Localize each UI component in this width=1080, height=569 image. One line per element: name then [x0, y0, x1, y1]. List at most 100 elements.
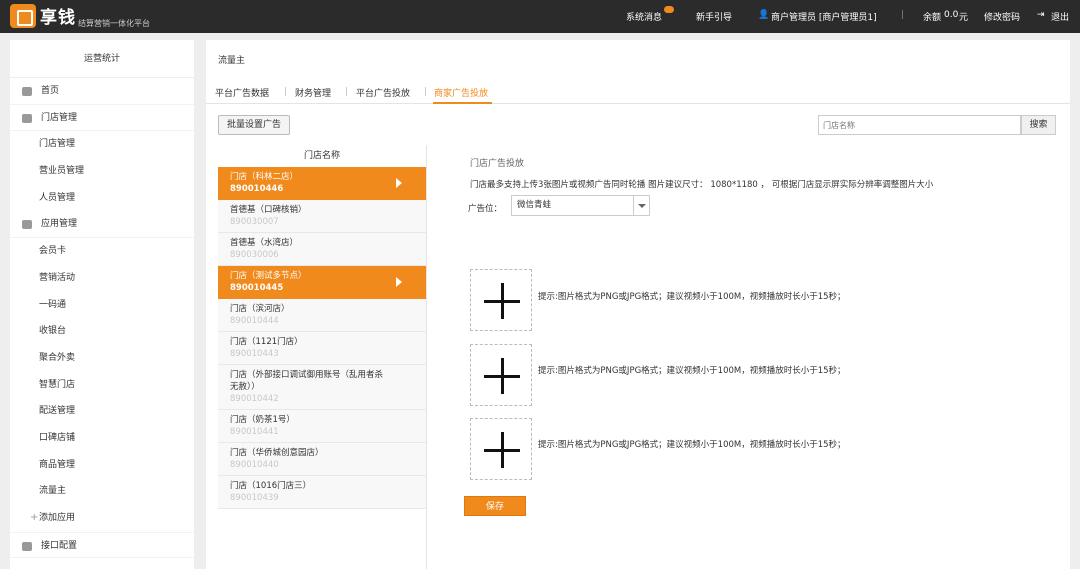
sidebar-item-home[interactable]: 首页 [10, 78, 194, 105]
ad-position-select[interactable]: 微信青蛙 [511, 195, 650, 216]
store-list-item[interactable]: 门店（滨河店） 890010444 [218, 299, 426, 332]
sidebar-group-app[interactable]: 应用管理 [10, 211, 194, 239]
logo-text: 享钱 [40, 8, 76, 28]
store-icon [22, 113, 32, 123]
tab-separator [285, 87, 286, 96]
tab-merchant-ad-placement[interactable]: 商家广告投放 [434, 86, 488, 99]
store-list-panel: 门店名称 门店（科林二店） 890010446 首德基（口碑核销） 890030… [218, 145, 427, 569]
ad-upload-tip: 门店最多支持上传3张图片或视频广告同时轮播 图片建议尺寸： 1080*1180 … [470, 180, 934, 190]
tab-platform-ad-placement[interactable]: 平台广告投放 [356, 86, 410, 99]
sidebar-group-label: 接口配置 [41, 540, 78, 551]
sidebar-item-delivery[interactable]: 配送管理 [10, 398, 194, 425]
chevron-down-icon [633, 196, 649, 215]
upload-box[interactable] [470, 344, 532, 406]
store-name: 门店（奶茶1号） [230, 415, 295, 425]
store-name: 门店（1016门店三） [230, 481, 312, 491]
batch-set-ad-button[interactable]: 批量设置广告 [218, 115, 290, 135]
sidebar-item-label: 添加应用 [39, 513, 76, 523]
logo-subtitle: 结算营销一体化平台 [78, 19, 150, 28]
store-list-item[interactable]: 首德基（口碑核销） 890030007 [218, 200, 426, 233]
sidebar-item-one-code[interactable]: 一码通 [10, 292, 194, 319]
upload-box[interactable] [470, 269, 532, 331]
sidebar-item-label: 首页 [41, 86, 60, 96]
store-list-item[interactable]: 首德基（水湾店） 890030006 [218, 233, 426, 266]
tab-platform-ad-data[interactable]: 平台广告数据 [215, 86, 269, 99]
logo[interactable]: 享钱 [10, 3, 76, 28]
store-code: 890030007 [230, 217, 279, 227]
store-name: 门店（1121门店） [230, 337, 303, 347]
ad-position-label: 广告位： [468, 204, 503, 214]
store-name: 首德基（口碑核销） [230, 205, 307, 215]
upload-hint: 提示:图片格式为PNG或JPG格式；建议视频小于100M，视频播放时长小于15秒… [538, 440, 846, 450]
upload-box[interactable] [470, 418, 532, 480]
user-icon: 👤 [758, 10, 770, 20]
sidebar-item-takeout[interactable]: 聚合外卖 [10, 345, 194, 372]
store-name: 门店（滨河店） [230, 304, 290, 314]
store-list-item[interactable]: 门店（1016门店三） 890010439 [218, 476, 426, 509]
sidebar-item-cashier[interactable]: 收银台 [10, 318, 194, 345]
store-code: 890010441 [230, 427, 279, 437]
store-code: 890010440 [230, 460, 279, 470]
person-icon [22, 220, 32, 230]
sidebar-group-label: 应用管理 [41, 219, 78, 230]
tab-bar: 平台广告数据 财务管理 平台广告投放 商家广告投放 [206, 80, 1070, 104]
tab-finance[interactable]: 财务管理 [295, 86, 331, 99]
sidebar-item-smart-store[interactable]: 智慧门店 [10, 372, 194, 399]
chevron-right-icon [396, 277, 402, 287]
main-content: 流量主 平台广告数据 财务管理 平台广告投放 商家广告投放 批量设置广告 搜索 … [206, 40, 1070, 569]
notification-badge [664, 6, 674, 13]
upload-hint: 提示:图片格式为PNG或JPG格式；建议视频小于100M，视频播放时长小于15秒… [538, 292, 846, 302]
sidebar-group-store[interactable]: 门店管理 [10, 105, 194, 132]
change-password-link[interactable]: 修改密码 [984, 10, 1020, 23]
breadcrumb: 流量主 [218, 56, 246, 66]
store-list-item[interactable]: 门店（测试多节点） 890010445 [218, 266, 426, 299]
store-name: 首德基（水湾店） [230, 238, 299, 248]
balance-value: 0.0 [944, 10, 959, 20]
store-name: 门店（华侨城创意园店） [230, 448, 324, 458]
store-list-item[interactable]: 门店（1121门店） 890010443 [218, 332, 426, 365]
search-button[interactable]: 搜索 [1021, 115, 1056, 135]
sidebar-group-api[interactable]: 接口配置 [10, 531, 194, 559]
sidebar-item-store-management[interactable]: 门店管理 [10, 131, 194, 158]
sidebar-header[interactable]: 运营统计 [10, 40, 194, 78]
sidebar-item-clerk-management[interactable]: 营业员管理 [10, 158, 194, 185]
store-list-header: 门店名称 [303, 151, 340, 161]
api-icon [22, 541, 32, 551]
store-list-item[interactable]: 门店（奶茶1号） 890010441 [218, 410, 426, 443]
sidebar-item-koubei-store[interactable]: 口碑店铺 [10, 425, 194, 452]
user-menu[interactable]: 商户管理员 [商户管理员1] [771, 10, 877, 23]
tab-separator [346, 87, 347, 96]
store-code: 890010439 [230, 493, 279, 503]
system-messages-link[interactable]: 系统消息 [626, 10, 662, 23]
logo-icon [10, 3, 36, 28]
sidebar-item-member-card[interactable]: 会员卡 [10, 238, 194, 265]
ad-position-value: 微信青蛙 [517, 200, 552, 210]
active-tab-indicator [433, 102, 492, 104]
top-bar: 享钱 结算营销一体化平台 系统消息 新手引导 👤 商户管理员 [商户管理员1] … [0, 0, 1080, 33]
sidebar-item-product[interactable]: 商品管理 [10, 452, 194, 479]
store-code: 890010443 [230, 349, 279, 359]
ad-panel-title: 门店广告投放 [470, 159, 525, 169]
plus-icon: + [30, 512, 39, 523]
balance-unit: 元 [959, 13, 969, 23]
store-list-item[interactable]: 门店（科林二店） 890010446 [218, 167, 426, 200]
sidebar-item-traffic-owner[interactable]: 流量主 [10, 478, 194, 505]
save-button[interactable]: 保存 [464, 496, 526, 516]
sidebar-item-add-app[interactable]: + 添加应用 [10, 505, 194, 532]
store-name: 门店（外部接口调试御用账号（乱用者杀无赦）） [230, 370, 384, 392]
store-code: 890010444 [230, 316, 279, 326]
beginner-guide-link[interactable]: 新手引导 [696, 10, 732, 23]
store-search-input[interactable] [818, 115, 1021, 135]
logout-link[interactable]: 退出 [1051, 10, 1069, 23]
home-icon [22, 87, 32, 96]
sidebar-item-staff-management[interactable]: 人员管理 [10, 185, 194, 212]
store-list-item[interactable]: 门店（外部接口调试御用账号（乱用者杀无赦）） 890010442 [218, 365, 426, 410]
store-code: 890030006 [230, 250, 279, 260]
sidebar-item-marketing[interactable]: 营销活动 [10, 265, 194, 292]
nav-divider: | [901, 10, 905, 20]
ad-placement-panel: 门店广告投放 门店最多支持上传3张图片或视频广告同时轮播 图片建议尺寸： 108… [468, 156, 1060, 480]
sidebar: 运营统计 首页 门店管理 门店管理 营业员管理 人员管理 应用管理 会员卡 营销… [10, 40, 194, 569]
chevron-right-icon [396, 178, 402, 188]
tab-separator [425, 87, 426, 96]
store-list-item[interactable]: 门店（华侨城创意园店） 890010440 [218, 443, 426, 476]
